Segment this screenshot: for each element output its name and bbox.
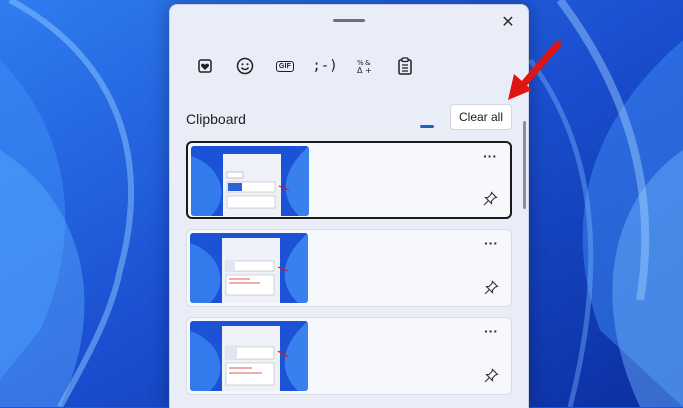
symbols-icon: % & Δ + [357,59,372,75]
tab-kaomoji[interactable]: ;-) [308,49,342,83]
svg-text:Δ: Δ [357,66,363,75]
more-options-button[interactable]: ··· [481,236,501,252]
more-options-button[interactable]: ··· [481,324,501,340]
pin-icon[interactable] [482,191,498,207]
clipboard-item[interactable]: ··· [186,317,512,395]
clipboard-item[interactable]: ··· [186,141,512,219]
pin-icon[interactable] [483,368,499,384]
close-button[interactable]: ✕ [496,11,520,35]
emoji-icon [236,57,254,75]
active-tab-indicator [420,125,434,128]
clipboard-thumbnail [191,146,309,216]
tab-emoji[interactable] [228,49,262,83]
clipboard-thumbnail [190,321,308,391]
section-title: Clipboard [186,111,246,127]
tab-clipboard[interactable] [388,49,422,83]
clipboard-item[interactable]: ··· [186,229,512,307]
more-options-button[interactable]: ··· [480,149,500,165]
tab-symbols[interactable]: % & Δ + [348,49,382,83]
emoji-clipboard-panel: ✕ GIF ;-) % & Δ + Clipboard Clear all ··… [169,4,529,408]
drag-handle[interactable] [333,19,365,22]
scrollbar[interactable] [523,121,526,209]
clear-all-button[interactable]: Clear all [450,104,512,130]
clipboard-icon [398,57,412,75]
clipboard-thumbnail [190,233,308,303]
svg-text:+: + [365,66,372,75]
close-icon: ✕ [501,14,515,31]
emoji-favorite-icon [198,59,212,73]
tab-favorites[interactable] [188,49,222,83]
gif-icon: GIF [275,60,295,72]
tab-gif[interactable]: GIF [268,49,302,83]
kaomoji-icon: ;-) [312,58,338,74]
annotation-arrow-icon [508,40,562,100]
pin-icon[interactable] [483,280,499,296]
